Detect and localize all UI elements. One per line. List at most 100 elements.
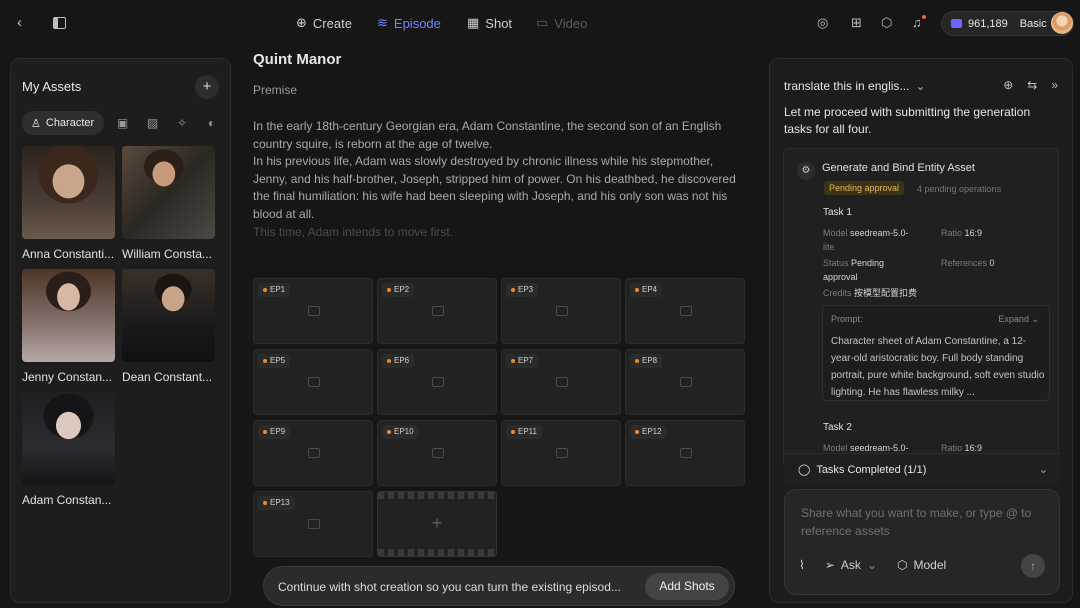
placeholder-icon <box>308 306 320 316</box>
asset-card[interactable]: Dean Constant... <box>122 269 215 384</box>
placeholder-icon <box>308 377 320 387</box>
assistant-panel: translate this in englis... ⌄ ⊕ ⇆ » Let … <box>769 58 1073 603</box>
gift-icon[interactable]: ⊞ <box>851 16 862 29</box>
tasks-completed-label: Tasks Completed (1/1) <box>816 463 927 476</box>
episode-label: EP8 <box>630 354 663 368</box>
notification-dot <box>922 15 926 19</box>
pending-ops-count: 4 pending operations <box>917 184 1002 194</box>
user-avatar[interactable] <box>1051 12 1073 34</box>
episode-card[interactable]: EP6 <box>377 349 497 415</box>
add-asset-button[interactable]: + <box>195 75 219 99</box>
model-button[interactable]: ⬡ Model <box>897 558 946 572</box>
add-shots-button[interactable]: Add Shots <box>645 573 729 600</box>
collapse-panel-icon[interactable]: » <box>1051 78 1058 92</box>
filter-character[interactable]: ♙ Character <box>22 111 104 135</box>
bell-icon[interactable]: ♫ <box>912 16 922 29</box>
placeholder-icon <box>556 448 568 458</box>
placeholder-icon <box>432 377 444 387</box>
nav-create[interactable]: ⊕ Create <box>296 15 352 31</box>
nav-create-label: Create <box>312 15 352 31</box>
back-icon[interactable]: ‹ <box>17 15 22 30</box>
nav-shot-label: Shot <box>485 15 513 31</box>
tool-icon: ⚙ <box>797 162 815 180</box>
cube-icon[interactable]: ⬡ <box>881 16 892 29</box>
wechat-icon[interactable]: ◎ <box>817 16 828 29</box>
nav-shot[interactable]: ▦ Shot <box>467 15 512 31</box>
add-episode-button[interactable]: + <box>377 491 497 557</box>
episode-card[interactable]: EP9 <box>253 420 373 486</box>
asset-card[interactable]: Anna Constanti... <box>22 146 115 261</box>
asset-name: Dean Constant... <box>122 370 213 384</box>
episode-card[interactable]: EP10 <box>377 420 497 486</box>
prompt-box: Prompt: Expand ⌄ Character sheet of Adam… <box>822 305 1050 401</box>
assistant-message: Let me proceed with submitting the gener… <box>784 105 1031 136</box>
prompt-text: Character sheet of Adam Constantine, a 1… <box>831 336 1045 398</box>
settings-sliders-icon[interactable]: ⇆ <box>1027 78 1037 92</box>
placeholder-icon <box>680 306 692 316</box>
new-chat-icon[interactable]: ⊕ <box>1003 78 1013 92</box>
task-card: ⚙ Generate and Bind Entity Asset Pending… <box>783 148 1059 468</box>
plus-circle-icon: ⊕ <box>296 15 307 30</box>
chat-composer[interactable]: Share what you want to make, or type @ t… <box>784 489 1060 595</box>
episode-card[interactable]: EP12 <box>625 420 745 486</box>
video-icon: ▭ <box>536 15 549 30</box>
placeholder-icon <box>308 519 320 529</box>
layers-icon: ≋ <box>377 15 388 30</box>
asset-name: William Consta... <box>122 247 213 261</box>
toast-message: Continue with shot creation so you can t… <box>278 580 621 594</box>
episode-card[interactable]: EP4 <box>625 278 745 344</box>
check-circle-icon: ◯ <box>798 464 811 476</box>
project-title: Quint Manor <box>253 51 342 68</box>
send-plane-icon: ➢ <box>824 558 835 572</box>
more-filter-icon[interactable]: ◐ <box>208 116 215 130</box>
episode-label: EP6 <box>382 354 415 368</box>
task-model: Model seedream-5.0- lite <box>823 228 909 252</box>
episode-label: EP12 <box>630 425 667 439</box>
asset-name: Adam Constan... <box>22 493 112 507</box>
episode-card[interactable]: EP3 <box>501 278 621 344</box>
episode-card[interactable]: EP2 <box>377 278 497 344</box>
conversation-title[interactable]: translate this in englis... ⌄ <box>784 79 925 93</box>
plus-icon: + <box>431 513 443 533</box>
episode-label: EP7 <box>506 354 539 368</box>
composer-input[interactable]: Share what you want to make, or type @ t… <box>801 504 1049 540</box>
episode-card[interactable]: EP1 <box>253 278 373 344</box>
premise-paragraph: This time, Adam intends to move first. <box>253 224 454 239</box>
attach-button[interactable]: ⌇ <box>799 558 805 572</box>
premise-paragraph: In the early 18th-century Georgian era, … <box>253 119 722 151</box>
credits-value: 961,189 <box>968 17 1008 30</box>
task-title: Task 2 <box>823 422 852 433</box>
premise-label: Premise <box>253 83 298 97</box>
send-button[interactable]: ↑ <box>1021 554 1045 578</box>
chevron-down-icon: ⌄ <box>915 79 926 93</box>
person-icon: ♙ <box>31 117 41 130</box>
placeholder-icon <box>680 448 692 458</box>
episode-card[interactable]: EP5 <box>253 349 373 415</box>
placeholder-icon <box>556 306 568 316</box>
expand-button[interactable]: Expand ⌄ <box>998 314 1039 325</box>
nav-episode-label: Episode <box>393 15 441 31</box>
episode-card[interactable]: EP8 <box>625 349 745 415</box>
episode-label: EP2 <box>382 283 415 297</box>
nav-video[interactable]: ▭ Video <box>536 15 587 31</box>
asset-card[interactable]: Jenny Constan... <box>22 269 115 384</box>
ask-label: Ask <box>840 558 861 572</box>
episode-card[interactable]: EP11 <box>501 420 621 486</box>
tasks-completed-bar[interactable]: ◯ Tasks Completed (1/1) ⌄ <box>784 453 1060 485</box>
episode-card[interactable]: EP7 <box>501 349 621 415</box>
episode-label: EP10 <box>382 425 419 439</box>
image-filter-icon[interactable]: ▨ <box>147 116 158 130</box>
nav-episode[interactable]: ≋ Episode <box>377 15 441 31</box>
effect-filter-icon[interactable]: ✧ <box>177 116 187 130</box>
episode-card[interactable]: EP13 <box>253 491 373 557</box>
sidebar-toggle-icon[interactable] <box>53 17 66 29</box>
asset-card[interactable]: William Consta... <box>122 146 215 261</box>
placeholder-icon <box>680 377 692 387</box>
cube-icon: ⬡ <box>897 558 908 572</box>
assets-panel: My Assets + ♙ Character ▣ ▨ ✧ ◐ Anna Con… <box>10 58 231 603</box>
placeholder-icon <box>432 306 444 316</box>
character-thumbnail <box>122 146 215 239</box>
scene-filter-icon[interactable]: ▣ <box>117 116 128 130</box>
ask-mode-button[interactable]: ➢ Ask ⌄ <box>825 558 877 572</box>
asset-card[interactable]: Adam Constan... <box>22 392 115 507</box>
